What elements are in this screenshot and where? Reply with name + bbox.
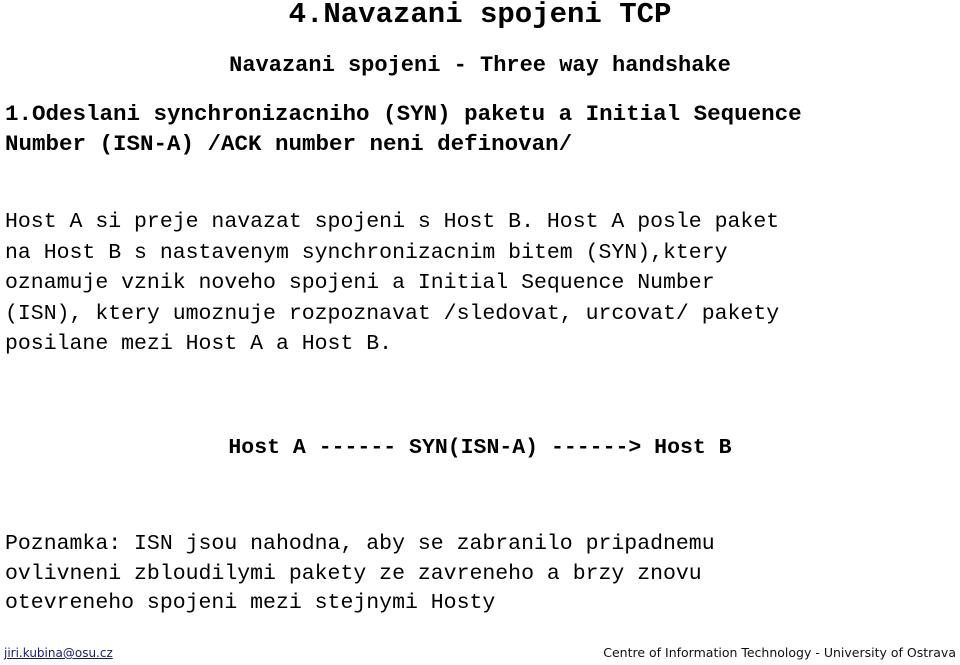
note-line: Poznamka: ISN jsou nahodna, aby se zabra… bbox=[5, 532, 715, 556]
body-paragraph: Host A si preje navazat spojeni s Host B… bbox=[5, 207, 960, 360]
footer-organization: Centre of Information Technology - Unive… bbox=[603, 645, 956, 660]
slide-subtitle: Navazani spojeni - Three way handshake bbox=[229, 53, 731, 78]
handshake-diagram-line: Host A ------ SYN(ISN-A) ------> Host B bbox=[228, 436, 732, 460]
body-line: (ISN), ktery umoznuje rozpoznavat /sledo… bbox=[5, 301, 780, 326]
body-line: posilane mezi Host A a Host B. bbox=[5, 332, 393, 356]
note-paragraph: Poznamka: ISN jsou nahodna, aby se zabra… bbox=[5, 530, 960, 619]
section-heading: 1.Odeslani synchronizacniho (SYN) paketu… bbox=[5, 99, 955, 159]
slide-title: 4.Navazani spojeni TCP bbox=[288, 0, 672, 31]
section-heading-line: 1.Odeslani synchronizacniho (SYN) paketu… bbox=[5, 101, 802, 127]
note-line: otevreneho spojeni mezi stejnymi Hosty bbox=[5, 591, 496, 615]
body-line: Host A si preje navazat spojeni s Host B… bbox=[5, 210, 780, 234]
footer-email-link[interactable]: jiri.kubina@osu.cz bbox=[4, 645, 113, 661]
section-heading-line: Number (ISN-A) /ACK number neni definova… bbox=[5, 131, 573, 157]
body-line: oznamuje vznik noveho spojeni a Initial … bbox=[5, 271, 715, 295]
note-line: ovlivneni zbloudilymi pakety ze zavreneh… bbox=[5, 561, 702, 586]
body-line: na Host B s nastavenym synchronizacnim b… bbox=[5, 240, 728, 265]
